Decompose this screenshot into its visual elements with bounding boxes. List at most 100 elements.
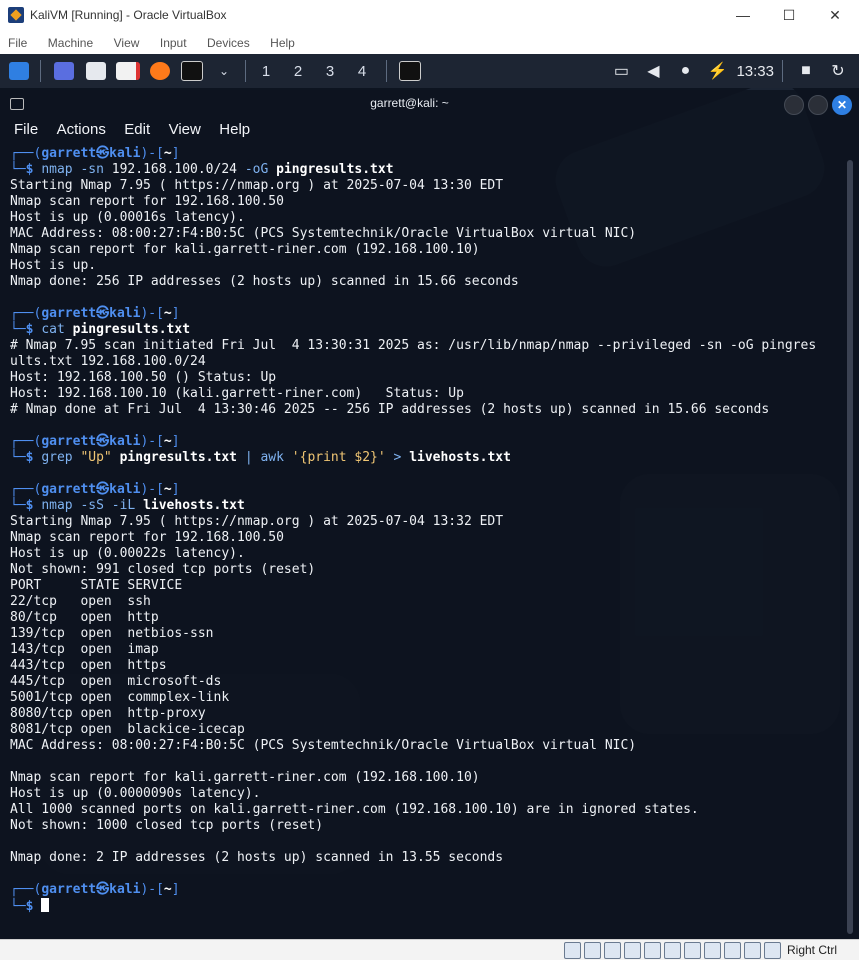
output-line: MAC Address: 08:00:27:F4:B0:5C (PCS Syst…: [10, 226, 637, 241]
clock[interactable]: 13:33: [736, 63, 774, 80]
terminal-window[interactable]: garrett@kali: ~ ✕ File Actions Edit View…: [0, 90, 859, 939]
prompt-dollar: $: [25, 450, 42, 465]
firefox-icon[interactable]: [147, 58, 173, 84]
display-indicator-icon[interactable]: [684, 942, 701, 959]
prompt-bracket: )-[: [140, 482, 164, 497]
display-icon[interactable]: ▭: [608, 58, 634, 84]
workspace-4[interactable]: 4: [346, 63, 378, 80]
output-line: Starting Nmap 7.95 ( https://nmap.org ) …: [10, 178, 504, 193]
vbox-menu-machine[interactable]: Machine: [48, 32, 93, 54]
prompt-user: garrett: [41, 882, 97, 897]
vbox-menu-help[interactable]: Help: [270, 32, 295, 54]
power-manager-icon[interactable]: ⚡: [704, 58, 730, 84]
terminal-maximize-button[interactable]: [808, 95, 828, 115]
prompt-dir: ~: [163, 306, 172, 321]
hard-disk-icon[interactable]: [564, 942, 581, 959]
lock-icon[interactable]: ■: [793, 58, 819, 84]
terminal-output[interactable]: ┌──(garrett㉿kali)-[~] └─$ nmap -sn 192.16…: [10, 146, 840, 914]
prompt-dollar: $: [25, 322, 42, 337]
minimize-button[interactable]: —: [720, 0, 766, 32]
kali-panel: ⌄ 1 2 3 4 ▭ ◀ ● ⚡ 13:33 ■ ↻: [0, 54, 859, 88]
workspace-1[interactable]: 1: [250, 63, 282, 80]
audio-icon[interactable]: [604, 942, 621, 959]
prompt-host: kali: [109, 882, 141, 897]
panel-divider: [40, 60, 41, 82]
output-line: 22/tcp open ssh: [10, 594, 151, 609]
desktop-icon[interactable]: [51, 58, 77, 84]
window-title: KaliVM [Running] - Oracle VirtualBox: [30, 8, 227, 22]
terminal-menu-help[interactable]: Help: [219, 118, 250, 142]
prompt-bracket: ┌──(: [10, 434, 42, 449]
network-icon[interactable]: [624, 942, 641, 959]
mouse-integration-icon[interactable]: [744, 942, 761, 959]
prompt-bracket: )-[: [140, 146, 164, 161]
output-line: Starting Nmap 7.95 ( https://nmap.org ) …: [10, 514, 504, 529]
logout-icon[interactable]: ↻: [825, 58, 851, 84]
vbox-menu-bar: File Machine View Input Devices Help: [0, 32, 859, 54]
prompt-bracket: ┌──(: [10, 882, 42, 897]
command-token: pingresults.txt: [119, 450, 237, 465]
terminal-menu-view[interactable]: View: [169, 118, 201, 142]
vbox-menu-view[interactable]: View: [114, 32, 140, 54]
terminal-scrollbar[interactable]: [847, 160, 853, 934]
shared-folders-icon[interactable]: [664, 942, 681, 959]
terminal-task-icon[interactable]: [397, 58, 423, 84]
output-line: Host is up.: [10, 258, 97, 273]
prompt-bracket: ┌──(: [10, 146, 42, 161]
command-token: pingresults.txt: [64, 322, 191, 337]
terminal-title: garrett@kali: ~: [370, 96, 449, 110]
terminal-minimize-button[interactable]: [784, 95, 804, 115]
prompt-dir: ~: [163, 482, 172, 497]
prompt-bracket: └─: [10, 162, 26, 177]
maximize-button[interactable]: ☐: [766, 0, 812, 32]
output-line: All 1000 scanned ports on kali.garrett-r…: [10, 802, 699, 817]
keyboard-capture-icon[interactable]: [764, 942, 781, 959]
terminal-launcher-icon[interactable]: [179, 58, 205, 84]
prompt-bracket: )-[: [140, 434, 164, 449]
prompt-dollar: $: [25, 162, 42, 177]
workspace-2[interactable]: 2: [282, 63, 314, 80]
vbox-status-bar: Right Ctrl: [0, 939, 859, 960]
usb-icon[interactable]: [644, 942, 661, 959]
vbox-menu-input[interactable]: Input: [160, 32, 187, 54]
terminal-menu-bar: File Actions Edit View Help: [0, 118, 859, 142]
recording-icon[interactable]: [704, 942, 721, 959]
output-line: Nmap scan report for kali.garrett-riner.…: [10, 770, 480, 785]
vbox-menu-file[interactable]: File: [8, 32, 27, 54]
prompt-bracket: ]: [171, 434, 180, 449]
vbox-menu-devices[interactable]: Devices: [207, 32, 250, 54]
volume-icon[interactable]: ◀: [640, 58, 666, 84]
prompt-host: kali: [109, 434, 141, 449]
guest-display[interactable]: ⌄ 1 2 3 4 ▭ ◀ ● ⚡ 13:33 ■ ↻ garrett@kali…: [0, 54, 859, 939]
output-line: Nmap done: 256 IP addresses (2 hosts up)…: [10, 274, 519, 289]
output-line: MAC Address: 08:00:27:F4:B0:5C (PCS Syst…: [10, 738, 637, 753]
output-line: 445/tcp open microsoft-ds: [10, 674, 222, 689]
workspace-3[interactable]: 3: [314, 63, 346, 80]
command-line: └─$ nmap -sn 192.168.100.0/24 -oG pingre…: [10, 162, 840, 178]
terminal-menu-actions[interactable]: Actions: [57, 118, 106, 142]
output-line: 139/tcp open netbios-ssn: [10, 626, 214, 641]
file-manager-icon[interactable]: [83, 58, 109, 84]
terminal-menu-file[interactable]: File: [14, 118, 38, 142]
command-token: nmap: [41, 498, 73, 513]
prompt-header: ┌──(garrett㉿kali)-[~]: [10, 306, 840, 322]
optical-drive-icon[interactable]: [584, 942, 601, 959]
output-line: 5001/tcp open commplex-link: [10, 690, 230, 705]
terminal-menu-edit[interactable]: Edit: [124, 118, 150, 142]
terminal-close-button[interactable]: ✕: [832, 95, 852, 115]
prompt-bracket: ]: [171, 482, 180, 497]
panel-divider: [782, 60, 783, 82]
kali-menu-icon[interactable]: [6, 58, 32, 84]
command-token: |: [237, 450, 261, 465]
text-editor-icon[interactable]: [115, 58, 141, 84]
close-button[interactable]: ✕: [812, 0, 858, 32]
notifications-icon[interactable]: ●: [672, 58, 698, 84]
cpu-icon[interactable]: [724, 942, 741, 959]
chevron-down-icon[interactable]: ⌄: [211, 58, 237, 84]
device-indicators: [561, 942, 781, 959]
text-cursor[interactable]: [41, 898, 50, 912]
command-token: -oG: [244, 162, 277, 177]
command-token: '{print $2}': [283, 450, 394, 465]
